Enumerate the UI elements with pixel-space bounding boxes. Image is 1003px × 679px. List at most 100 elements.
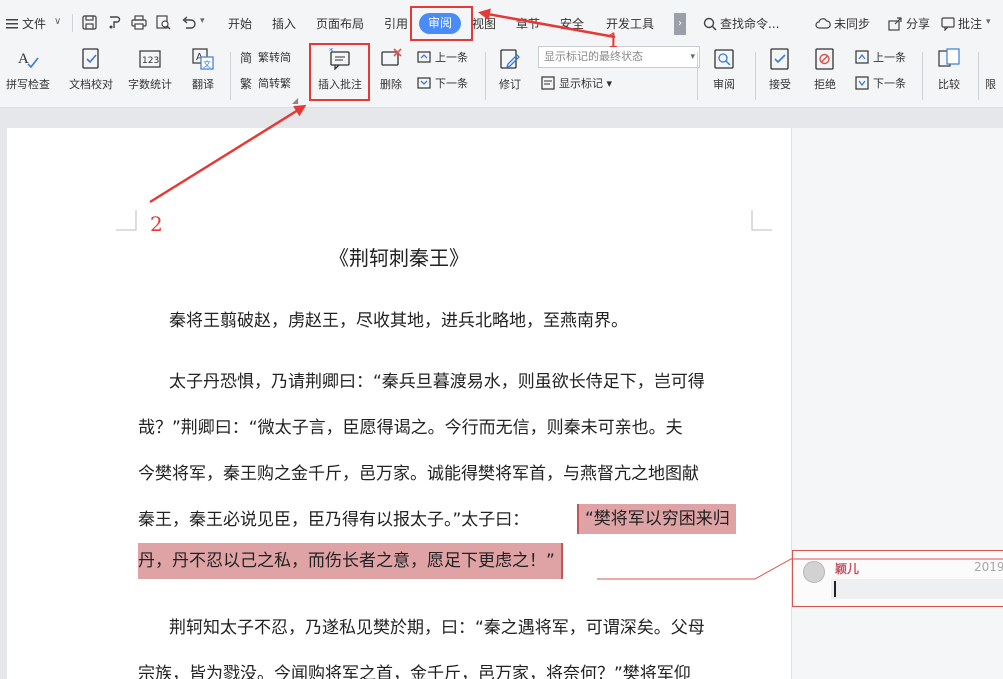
commented-text[interactable]: “樊将军以穷困来归 bbox=[577, 504, 736, 534]
prev-comment-icon bbox=[417, 50, 432, 64]
sync-status[interactable]: 未同步 bbox=[834, 16, 870, 32]
divider bbox=[485, 52, 486, 100]
redo-chevron-icon[interactable]: ▾ bbox=[200, 16, 205, 26]
comment-icon[interactable] bbox=[941, 16, 955, 32]
simp-to-trad-icon: 繁 bbox=[240, 76, 255, 91]
document-page[interactable]: 《荆轲刺秦王》 秦将王翦破赵，虏赵王，尽收其地，进兵北略地，至燕南界。 太子丹恐… bbox=[7, 128, 791, 679]
svg-text:简: 简 bbox=[240, 51, 252, 64]
simp-to-trad-button[interactable]: 繁简转繁 bbox=[240, 76, 291, 92]
spell-check-button[interactable]: A 拼写检查 bbox=[0, 46, 56, 102]
word-count-icon: 123 bbox=[139, 48, 161, 70]
next-comment-button[interactable]: 下一条 bbox=[417, 76, 468, 92]
divider bbox=[72, 14, 73, 32]
translate-button[interactable]: A文 翻译 bbox=[181, 46, 225, 102]
svg-text:繁: 繁 bbox=[240, 76, 252, 90]
tab-page-layout[interactable]: 页面布局 bbox=[316, 16, 364, 32]
word-count-button[interactable]: 123 字数统计 bbox=[123, 46, 177, 102]
spell-check-icon: A bbox=[17, 48, 39, 70]
crop-mark bbox=[116, 210, 142, 234]
reject-button[interactable]: 拒绝 bbox=[806, 46, 844, 102]
comment-date: 2019 bbox=[974, 560, 1003, 574]
compare-icon bbox=[938, 48, 960, 70]
step-label-2: 2 bbox=[150, 212, 163, 236]
trad-to-simp-button[interactable]: 简繁转简 bbox=[240, 50, 291, 66]
svg-text:123: 123 bbox=[142, 56, 159, 66]
tab-view[interactable]: 视图 bbox=[472, 16, 496, 32]
prev-change-button[interactable]: 上一条 bbox=[855, 50, 906, 66]
format-painter-icon[interactable] bbox=[107, 15, 122, 30]
text-line: 宗族，皆为戮没。今闻购将军之首，金千斤，邑万家，将奈何？”樊将军仰 bbox=[138, 664, 691, 679]
command-search[interactable]: 查找命令... bbox=[720, 16, 779, 32]
divider bbox=[922, 52, 923, 100]
text-line: 秦将王翦破赵，虏赵王，尽收其地，进兵北略地，至燕南界。 bbox=[169, 311, 628, 331]
comment-input[interactable] bbox=[831, 579, 1003, 599]
svg-text:文: 文 bbox=[203, 59, 211, 69]
document-area: 《荆轲刺秦王》 秦将王翦破赵，虏赵王，尽收其地，进兵北略地，至燕南界。 太子丹恐… bbox=[0, 108, 1003, 679]
accept-icon bbox=[769, 48, 791, 70]
track-changes-button[interactable]: 修订 bbox=[490, 46, 530, 102]
divider bbox=[978, 52, 979, 100]
review-ribbon: A 拼写检查 文档校对 123 字数统计 A文 翻译 简繁转简 繁 简转繁 ◢ … bbox=[0, 46, 1003, 108]
review-pane-button[interactable]: 审阅 bbox=[704, 46, 744, 102]
hamburger-icon[interactable] bbox=[6, 16, 18, 30]
tab-insert[interactable]: 插入 bbox=[272, 16, 296, 32]
delete-comment-button[interactable]: 删除 bbox=[372, 46, 410, 102]
next-change-button[interactable]: 下一条 bbox=[855, 76, 906, 92]
share-button[interactable]: 分享 bbox=[906, 16, 930, 32]
tab-home[interactable]: 开始 bbox=[228, 16, 252, 32]
delete-comment-icon bbox=[380, 48, 402, 70]
text-caret bbox=[834, 581, 836, 597]
print-icon[interactable] bbox=[131, 15, 147, 30]
document-title: 《荆轲刺秦王》 bbox=[329, 246, 469, 270]
comment-card[interactable]: 颖儿 2019 bbox=[792, 550, 1003, 607]
show-markup-icon bbox=[541, 76, 556, 90]
comment-pane: 颖儿 2019 bbox=[791, 128, 1003, 679]
save-icon[interactable] bbox=[82, 15, 97, 30]
commented-text[interactable]: 丹，丹不忍以己之私，而伤长者之意，愿足下更虑之！” bbox=[138, 543, 563, 579]
share-icon[interactable] bbox=[888, 16, 902, 31]
svg-text:A: A bbox=[18, 51, 29, 67]
tab-security[interactable]: 安全 bbox=[560, 16, 584, 32]
comment-menu[interactable]: 批注 bbox=[958, 16, 982, 32]
wps-writer-window: 文件 ∨ ▾ 开始 插入 页面布局 引用 审阅 视图 章节 安全 开发工具 › bbox=[0, 0, 1003, 679]
menu-bar: 文件 ∨ ▾ 开始 插入 页面布局 引用 审阅 视图 章节 安全 开发工具 › bbox=[0, 0, 1003, 46]
compare-button[interactable]: 比较 bbox=[929, 46, 969, 102]
text-line: 秦王，秦王必说见臣，臣乃得有以报太子。”太子曰： bbox=[138, 510, 530, 530]
more-tabs-button[interactable]: › bbox=[674, 13, 686, 35]
review-tab-highlight-box bbox=[410, 6, 473, 41]
review-pane-icon bbox=[713, 48, 735, 70]
text-line: 今樊将军，秦王购之金千斤，邑万家。诚能得樊将军首，与燕督亢之地图献 bbox=[138, 464, 699, 484]
step-label-1: 1 bbox=[607, 28, 620, 52]
next-comment-icon bbox=[417, 76, 432, 90]
tab-chapter[interactable]: 章节 bbox=[516, 16, 540, 32]
text-line: 荆轲知太子不忍，乃遂私见樊於期，曰：“秦之遇将军，可谓深矣。父母 bbox=[169, 618, 705, 638]
trad-to-simp-icon: 简 bbox=[240, 50, 255, 65]
search-icon[interactable] bbox=[703, 16, 717, 31]
reject-icon bbox=[814, 48, 836, 70]
cloud-sync-icon[interactable] bbox=[815, 16, 831, 30]
chevron-down-icon[interactable]: ∨ bbox=[54, 16, 61, 27]
crop-mark bbox=[746, 210, 772, 234]
comment-author: 颖儿 bbox=[835, 562, 860, 576]
insert-comment-highlight-box bbox=[309, 43, 370, 101]
restrict-editing-button[interactable]: 限 bbox=[985, 46, 1003, 102]
track-changes-icon bbox=[499, 48, 521, 70]
accept-button[interactable]: 接受 bbox=[761, 46, 799, 102]
text-line: 太子丹恐惧，乃请荆卿曰：“秦兵旦暮渡易水，则虽欲长侍足下，岂可得 bbox=[169, 372, 705, 392]
next-change-icon bbox=[855, 76, 870, 90]
chevron-down-icon[interactable]: ▾ bbox=[986, 17, 991, 27]
prev-comment-button[interactable]: 上一条 bbox=[417, 50, 468, 66]
prev-change-icon bbox=[855, 50, 870, 64]
proofread-button[interactable]: 文档校对 bbox=[63, 46, 119, 102]
avatar bbox=[803, 561, 825, 583]
file-menu[interactable]: 文件 bbox=[22, 16, 46, 32]
dialog-launcher-icon[interactable]: ◢ bbox=[292, 96, 298, 105]
print-preview-icon[interactable] bbox=[156, 15, 171, 30]
show-markup-button[interactable]: 显示标记 ▾ bbox=[541, 76, 612, 92]
divider bbox=[755, 52, 756, 100]
tab-references[interactable]: 引用 bbox=[384, 16, 408, 32]
chevron-down-icon: ▾ bbox=[690, 52, 695, 62]
undo-icon[interactable] bbox=[181, 15, 196, 30]
divider bbox=[697, 52, 698, 100]
proofread-icon bbox=[80, 48, 102, 70]
